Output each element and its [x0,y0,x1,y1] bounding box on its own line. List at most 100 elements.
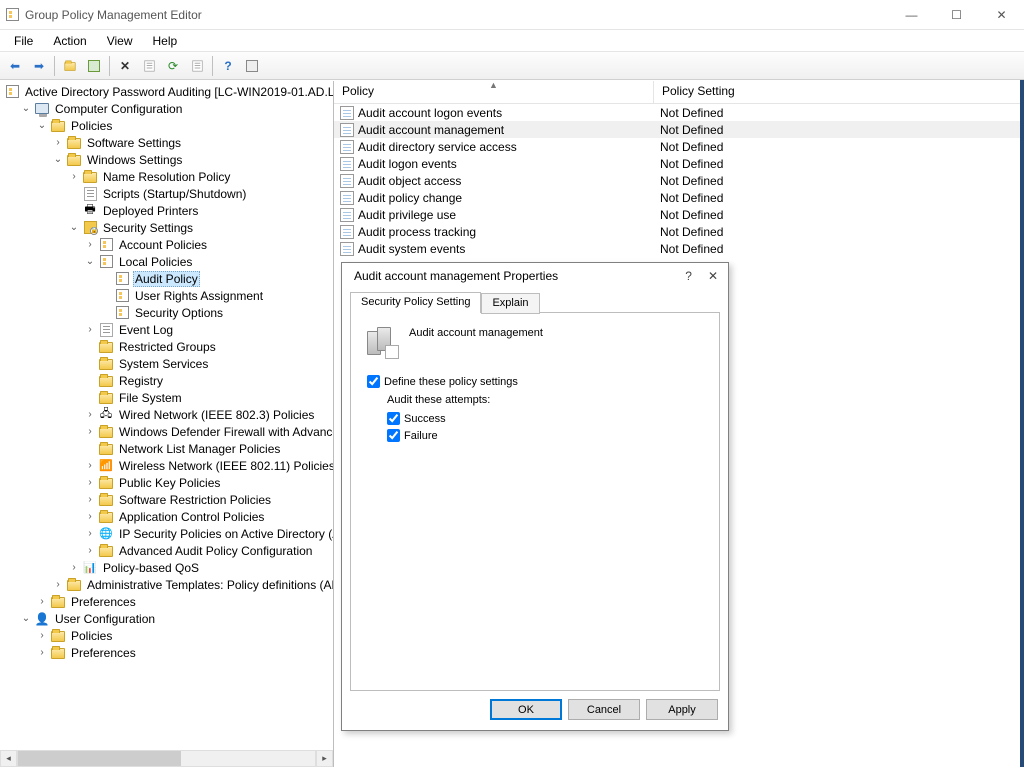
tree-file-system[interactable]: File System [0,389,333,406]
chevron-down-icon[interactable]: ⌄ [20,613,32,625]
show-tree-icon[interactable] [83,55,105,77]
list-row[interactable]: Audit object accessNot Defined [334,172,1024,189]
chevron-right-icon[interactable]: › [84,239,96,251]
menu-help[interactable]: Help [145,32,186,50]
tree-software-settings[interactable]: ›Software Settings [0,134,333,151]
chevron-right-icon[interactable]: › [36,647,48,659]
chevron-down-icon[interactable]: ⌄ [36,120,48,132]
tree-restricted-groups[interactable]: Restricted Groups [0,338,333,355]
tree-system-services[interactable]: System Services [0,355,333,372]
maximize-button[interactable]: ☐ [934,0,979,30]
tree-user-policies[interactable]: ›Policies [0,627,333,644]
scroll-right-icon[interactable]: ▸ [316,750,333,767]
tree-name-resolution[interactable]: ›Name Resolution Policy [0,168,333,185]
chevron-down-icon[interactable]: ⌄ [20,103,32,115]
chevron-right-icon[interactable]: › [52,579,64,591]
chevron-right-icon[interactable]: › [84,409,96,421]
tree-firewall[interactable]: ›Windows Defender Firewall with Advanced [0,423,333,440]
list-row[interactable]: Audit account managementNot Defined [334,121,1024,138]
tree-admtmpl[interactable]: ›Administrative Templates: Policy defini… [0,576,333,593]
ok-button[interactable]: OK [490,699,562,720]
tree-wired-network[interactable]: ›🖧Wired Network (IEEE 802.3) Policies [0,406,333,423]
tree-account-policies[interactable]: ›Account Policies [0,236,333,253]
cancel-button[interactable]: Cancel [568,699,640,720]
tree-user-configuration[interactable]: ⌄👤User Configuration [0,610,333,627]
tree-pubkey[interactable]: ›Public Key Policies [0,474,333,491]
chevron-down-icon[interactable]: ⌄ [68,222,80,234]
help-icon[interactable]: ? [217,55,239,77]
tree-preferences[interactable]: ›Preferences [0,593,333,610]
scroll-thumb[interactable] [18,751,181,766]
list-row[interactable]: Audit system eventsNot Defined [334,240,1024,257]
list-row[interactable]: Audit process trackingNot Defined [334,223,1024,240]
tree-appctrl[interactable]: ›Application Control Policies [0,508,333,525]
tree-security-settings[interactable]: ⌄🔒Security Settings [0,219,333,236]
filter-icon[interactable] [241,55,263,77]
tree-printers[interactable]: 🖶Deployed Printers [0,202,333,219]
chevron-right-icon[interactable]: › [84,494,96,506]
chevron-right-icon[interactable]: › [84,324,96,336]
tab-explain[interactable]: Explain [481,293,539,314]
tree-policies[interactable]: ⌄Policies [0,117,333,134]
chevron-right-icon[interactable]: › [84,545,96,557]
tree-srp[interactable]: ›Software Restriction Policies [0,491,333,508]
tree-scripts[interactable]: Scripts (Startup/Shutdown) [0,185,333,202]
tree-wireless[interactable]: ›📶Wireless Network (IEEE 802.11) Policie… [0,457,333,474]
chevron-right-icon[interactable]: › [84,528,96,540]
tree-audit-policy[interactable]: Audit Policy [0,270,333,287]
close-button[interactable]: ✕ [979,0,1024,30]
back-icon[interactable]: ⬅ [4,55,26,77]
tab-security-policy-setting[interactable]: Security Policy Setting [350,292,481,313]
up-icon[interactable] [59,55,81,77]
chevron-right-icon[interactable]: › [36,596,48,608]
chevron-right-icon[interactable]: › [84,511,96,523]
list-row[interactable]: Audit directory service accessNot Define… [334,138,1024,155]
menu-action[interactable]: Action [45,32,94,50]
tree-event-log[interactable]: ›Event Log [0,321,333,338]
list-row[interactable]: Audit logon eventsNot Defined [334,155,1024,172]
tree-user-preferences[interactable]: ›Preferences [0,644,333,661]
list-body[interactable]: Audit account logon eventsNot DefinedAud… [334,104,1024,257]
tree[interactable]: Active Directory Password Auditing [LC-W… [0,81,333,750]
chevron-right-icon[interactable]: › [84,477,96,489]
menu-view[interactable]: View [99,32,141,50]
minimize-button[interactable]: — [889,0,934,30]
list-row[interactable]: Audit policy changeNot Defined [334,189,1024,206]
close-icon[interactable]: ✕ [708,269,718,283]
failure-checkbox[interactable] [387,429,400,442]
chevron-right-icon[interactable]: › [68,562,80,574]
chevron-right-icon[interactable]: › [84,426,96,438]
chevron-down-icon[interactable]: ⌄ [52,154,64,166]
apply-button[interactable]: Apply [646,699,718,720]
tree-ipsec[interactable]: ›🌐IP Security Policies on Active Directo… [0,525,333,542]
tree-computer-configuration[interactable]: ⌄Computer Configuration [0,100,333,117]
tree-qos[interactable]: ›📊Policy-based QoS [0,559,333,576]
define-policy-checkbox[interactable] [367,375,380,388]
tree-netlist[interactable]: Network List Manager Policies [0,440,333,457]
success-checkbox[interactable] [387,412,400,425]
tree-advaudit[interactable]: ›Advanced Audit Policy Configuration [0,542,333,559]
refresh-icon[interactable]: ⟳ [162,55,184,77]
chevron-right-icon[interactable]: › [52,137,64,149]
tree-windows-settings[interactable]: ⌄Windows Settings [0,151,333,168]
properties-icon[interactable] [138,55,160,77]
list-row[interactable]: Audit privilege useNot Defined [334,206,1024,223]
tree-root[interactable]: Active Directory Password Auditing [LC-W… [0,83,333,100]
chevron-right-icon[interactable]: › [84,460,96,472]
forward-icon[interactable]: ➡ [28,55,50,77]
delete-icon[interactable]: ✕ [114,55,136,77]
tree-security-options[interactable]: Security Options [0,304,333,321]
tree-user-rights[interactable]: User Rights Assignment [0,287,333,304]
help-icon[interactable]: ? [685,269,692,283]
menu-file[interactable]: File [6,32,41,50]
tree-registry[interactable]: Registry [0,372,333,389]
column-setting[interactable]: Policy Setting [654,81,1024,103]
chevron-right-icon[interactable]: › [36,630,48,642]
scroll-left-icon[interactable]: ◂ [0,750,17,767]
tree-local-policies[interactable]: ⌄Local Policies [0,253,333,270]
export-icon[interactable] [186,55,208,77]
list-row[interactable]: Audit account logon eventsNot Defined [334,104,1024,121]
chevron-right-icon[interactable]: › [68,171,80,183]
chevron-down-icon[interactable]: ⌄ [84,256,96,268]
tree-hscrollbar[interactable]: ◂ ▸ [0,750,333,767]
